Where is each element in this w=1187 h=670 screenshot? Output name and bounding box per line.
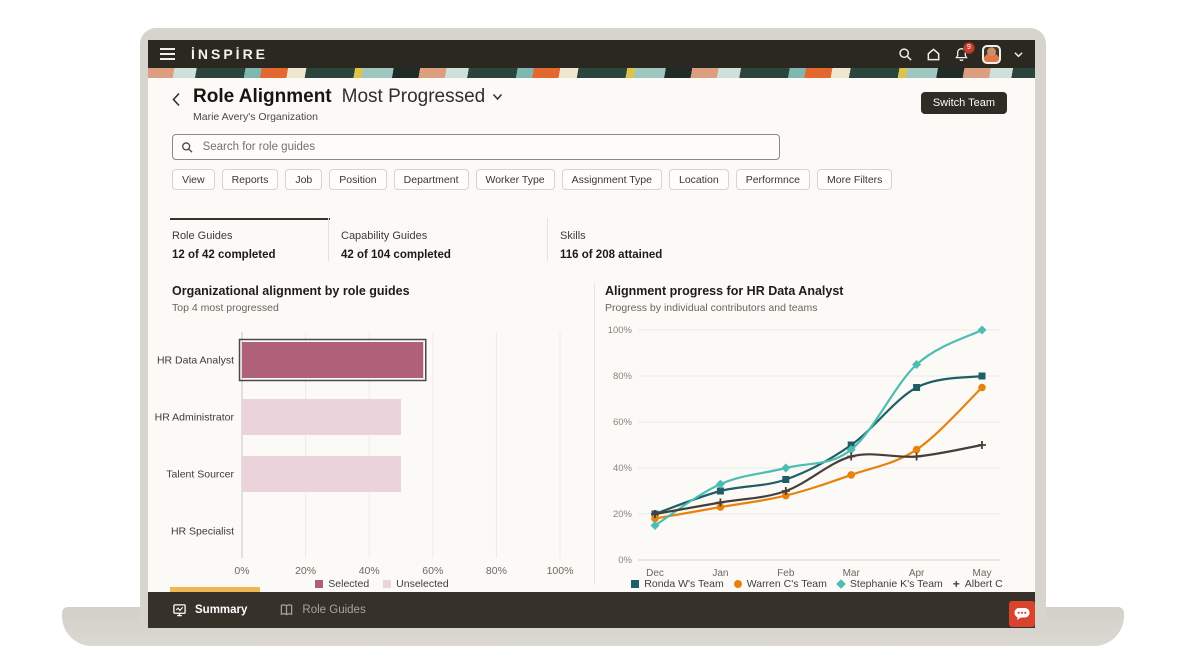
- bottom-nav-bar: Summary Role Guides: [148, 592, 1035, 628]
- svg-text:80%: 80%: [486, 565, 507, 577]
- filter-chip-job[interactable]: Job: [285, 169, 322, 190]
- svg-text:0%: 0%: [618, 555, 632, 566]
- notification-badge: 9: [963, 42, 975, 54]
- bar-chart: 0%20%40%60%80%100%HR Data AnalystHR Admi…: [172, 322, 592, 574]
- svg-text:100%: 100%: [547, 565, 574, 577]
- line-chart-title: Alignment progress for HR Data Analyst: [605, 284, 1025, 298]
- bar-talent-sourcer[interactable]: [242, 456, 401, 492]
- svg-text:80%: 80%: [613, 371, 633, 382]
- organization-subtitle: Marie Avery's Organization: [193, 111, 503, 123]
- notifications-bell-icon[interactable]: 9: [954, 47, 969, 62]
- filter-chips: View Reports Job Position Department Worker T…: [172, 169, 892, 190]
- chat-bubble-icon: [1013, 606, 1031, 622]
- app-top-bar: İNSPİRE 9: [148, 40, 1035, 68]
- page-title: Role Alignment: [193, 86, 332, 108]
- filter-chip-worker-type[interactable]: Worker Type: [476, 169, 555, 190]
- active-nav-indicator: [170, 587, 260, 592]
- bar-hr-data-analyst[interactable]: [242, 342, 423, 378]
- bottom-nav-summary[interactable]: Summary: [172, 603, 247, 617]
- line-chart-subtitle: Progress by individual contributors and …: [605, 302, 1025, 314]
- chat-button[interactable]: [1009, 601, 1035, 627]
- filter-chip-department[interactable]: Department: [394, 169, 469, 190]
- search-icon[interactable]: [898, 47, 913, 62]
- svg-text:20%: 20%: [295, 565, 316, 577]
- svg-text:HR Data Analyst: HR Data Analyst: [157, 355, 234, 367]
- svg-text:HR Administrator: HR Administrator: [155, 412, 235, 424]
- filter-chip-reports[interactable]: Reports: [222, 169, 279, 190]
- bottom-nav-label: Role Guides: [302, 604, 365, 616]
- tab-label: Capability Guides: [341, 230, 547, 242]
- legend-item-stephanie-k-s-team: Stephanie K's Team: [837, 578, 943, 590]
- search-input[interactable]: [201, 140, 771, 154]
- menu-icon[interactable]: [160, 48, 175, 60]
- switch-team-button[interactable]: Switch Team: [921, 92, 1007, 114]
- home-icon[interactable]: [926, 47, 941, 62]
- svg-text:40%: 40%: [613, 463, 633, 474]
- profile-chevron-down-icon[interactable]: [1014, 51, 1023, 58]
- bar-chart-title: Organizational alignment by role guides: [172, 284, 592, 298]
- svg-text:0%: 0%: [234, 565, 249, 577]
- svg-text:20%: 20%: [613, 509, 633, 520]
- tab-value: 12 of 42 completed: [172, 249, 328, 261]
- svg-text:60%: 60%: [422, 565, 443, 577]
- role-guides-icon: [279, 603, 294, 617]
- line-chart-legend: Ronda W's Team Warren C's Team Stephanie K…: [605, 578, 1029, 590]
- filter-chip-location[interactable]: Location: [669, 169, 729, 190]
- filter-chip-performnce[interactable]: Performnce: [736, 169, 810, 190]
- decorative-banner: [148, 68, 1035, 78]
- bottom-nav-role-guides[interactable]: Role Guides: [279, 603, 365, 617]
- search-input-icon: [181, 141, 194, 154]
- tab-label: Role Guides: [172, 230, 328, 242]
- svg-text:60%: 60%: [613, 417, 633, 428]
- panel-divider: [594, 283, 595, 585]
- laptop-mockup: İNSPİRE 9: [0, 0, 1187, 670]
- view-selector-dropdown[interactable]: Most Progressed: [342, 86, 504, 108]
- bottom-nav-label: Summary: [195, 604, 247, 616]
- app-screen: İNSPİRE 9: [148, 40, 1035, 628]
- line-gridlines: [638, 330, 1000, 560]
- legend-item-ronda-w-s-team: Ronda W's Team: [631, 578, 723, 590]
- search-box[interactable]: [172, 134, 780, 160]
- user-avatar[interactable]: [982, 45, 1001, 64]
- svg-text:40%: 40%: [359, 565, 380, 577]
- tab-value: 42 of 104 completed: [341, 249, 547, 261]
- svg-text:100%: 100%: [608, 325, 633, 336]
- tab-label: Skills: [560, 230, 767, 242]
- tab-skills[interactable]: Skills 116 of 208 attained: [547, 218, 767, 261]
- filter-chip-view[interactable]: View: [172, 169, 215, 190]
- svg-text:Talent Sourcer: Talent Sourcer: [166, 469, 234, 481]
- bar-hr-administrator[interactable]: [242, 399, 401, 435]
- line-warren-c-s-team[interactable]: [655, 388, 982, 519]
- app-logo: İNSPİRE: [191, 46, 268, 62]
- chevron-down-icon: [492, 93, 503, 101]
- legend-item-warren-c-s-team: Warren C's Team: [734, 578, 827, 590]
- legend-item-albert-c: +Albert C: [953, 578, 1003, 590]
- line-chart: 0%20%40%60%80%100%DecJanFebMarAprMay: [605, 322, 1029, 574]
- svg-text:HR Specialist: HR Specialist: [171, 526, 234, 538]
- summary-icon: [172, 603, 187, 617]
- stat-tabs: Role Guides12 of 42 completedCapability …: [172, 218, 1007, 261]
- filter-chip-position[interactable]: Position: [329, 169, 386, 190]
- legend-item-unselected: Unselected: [383, 578, 449, 590]
- markers-stephanie-k-s-team: [651, 326, 987, 531]
- line-albert-c[interactable]: [655, 445, 982, 514]
- tab-capability-guides[interactable]: Capability Guides 42 of 104 completed: [328, 218, 547, 261]
- legend-item-selected: Selected: [315, 578, 369, 590]
- tab-value: 116 of 208 attained: [560, 249, 767, 261]
- filter-chip-more-filters[interactable]: More Filters: [817, 169, 892, 190]
- back-button[interactable]: [172, 92, 181, 107]
- tab-role-guides[interactable]: Role Guides 12 of 42 completed: [172, 218, 328, 261]
- bar-chart-subtitle: Top 4 most progressed: [172, 302, 592, 314]
- filter-chip-assignment-type[interactable]: Assignment Type: [562, 169, 662, 190]
